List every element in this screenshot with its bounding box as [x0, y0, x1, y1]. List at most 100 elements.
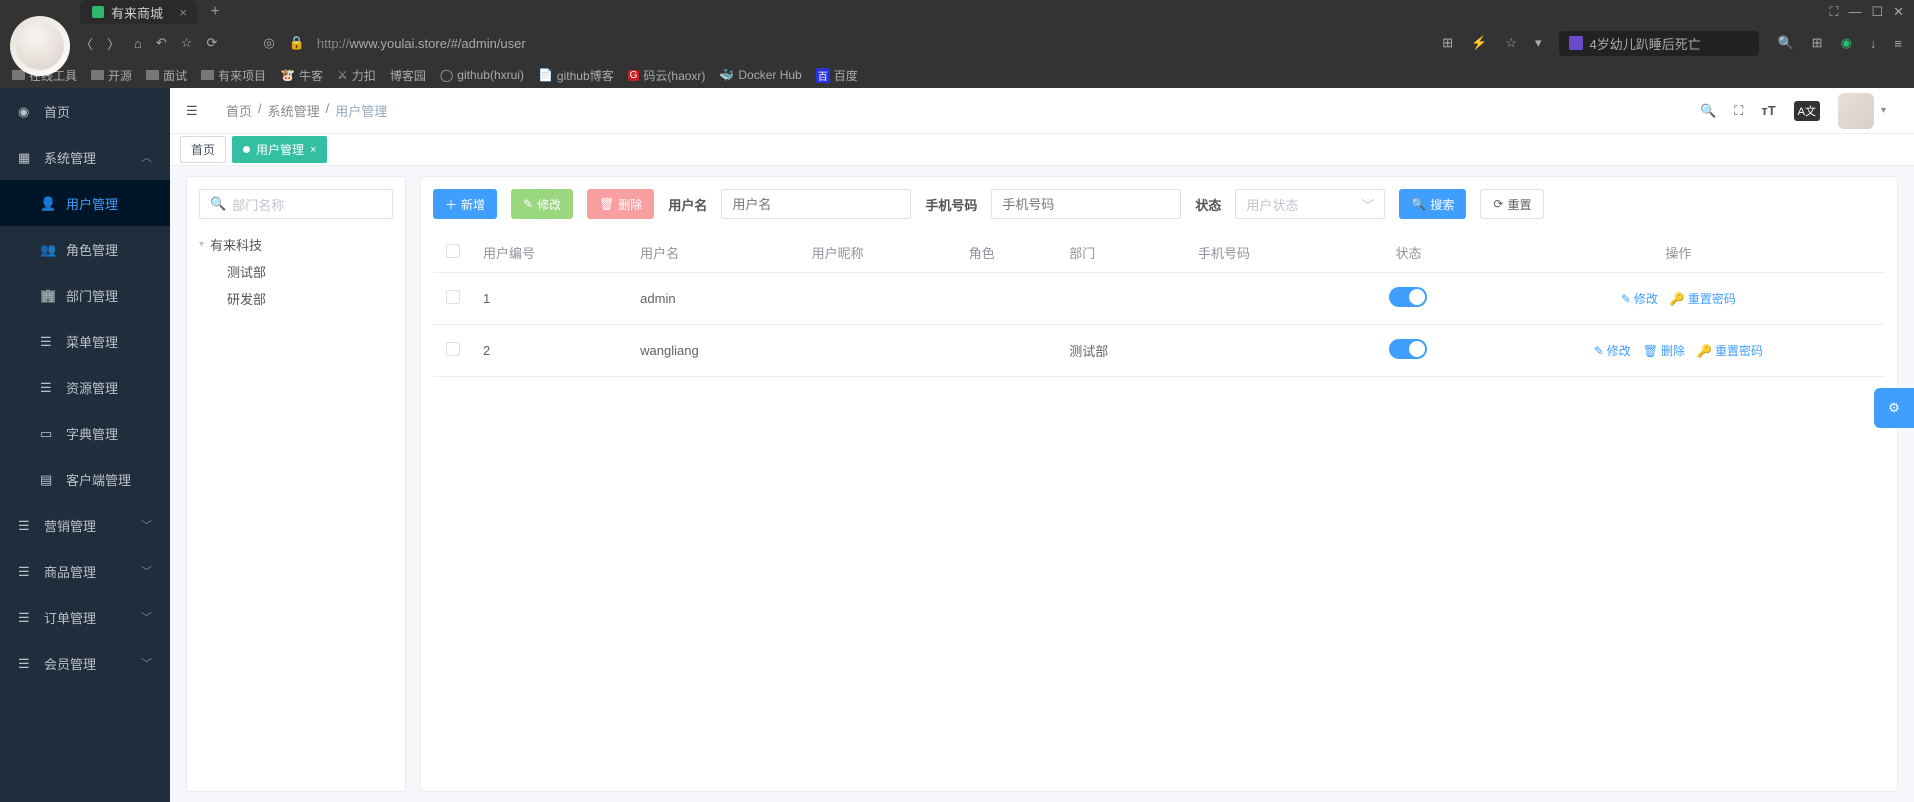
- nav-back-icon[interactable]: 〈: [80, 34, 93, 53]
- row-edit-link[interactable]: ✎ 修改: [1621, 290, 1658, 307]
- settings-fab[interactable]: ⚙: [1874, 388, 1914, 428]
- nav-reload-icon[interactable]: ⟳: [206, 35, 217, 51]
- lang-icon[interactable]: A文: [1794, 101, 1820, 121]
- breadcrumb-item[interactable]: 首页: [226, 101, 252, 120]
- browser-tab-active[interactable]: 有来商城 ×: [80, 0, 197, 24]
- sidebar-sub-label: 角色管理: [66, 240, 118, 259]
- tree-child[interactable]: 测试部: [199, 258, 393, 285]
- list-icon: ☰: [18, 656, 32, 670]
- sidebar-sub-client[interactable]: ▤客户端管理: [0, 456, 170, 502]
- breadcrumb-item[interactable]: 系统管理: [268, 101, 320, 120]
- apps-icon[interactable]: ⊞: [1812, 35, 1823, 51]
- bookmark-item[interactable]: 博客园: [390, 67, 426, 84]
- bookmark-item[interactable]: 📄github博客: [538, 67, 614, 84]
- client-icon: ▤: [40, 472, 54, 486]
- dept-tree-panel: 🔍 部门名称 ▾ 有来科技 测试部 研发部: [186, 176, 406, 792]
- more-icon[interactable]: ≡: [1894, 36, 1902, 51]
- globe-icon[interactable]: ◉: [1841, 35, 1852, 51]
- status-switch[interactable]: [1389, 287, 1427, 307]
- nav-star-icon[interactable]: ☆: [181, 35, 193, 51]
- edit-button[interactable]: ✎ 修改: [511, 189, 573, 219]
- label-username: 用户名: [668, 195, 707, 214]
- tab-user-mgmt[interactable]: 用户管理 ×: [232, 136, 327, 163]
- bookmark-item[interactable]: ◯github(hxrui): [440, 68, 524, 82]
- tab-label: 用户管理: [256, 141, 304, 158]
- list-icon: ☰: [18, 564, 32, 578]
- flash-icon[interactable]: ⚡: [1471, 35, 1487, 51]
- bookmark-item[interactable]: G码云(haoxr): [628, 67, 706, 84]
- bookmark-item[interactable]: 开源: [91, 67, 132, 84]
- bookmark-item[interactable]: 🐮牛客: [280, 67, 323, 84]
- nav-undo-icon[interactable]: ↶: [156, 35, 167, 51]
- search-button[interactable]: 🔍 搜索: [1399, 189, 1466, 219]
- row-checkbox[interactable]: [446, 290, 460, 304]
- chevron-down-icon: ﹀: [141, 517, 152, 533]
- phone-input[interactable]: [991, 189, 1181, 219]
- add-button[interactable]: ＋ 新增: [433, 189, 497, 219]
- reset-button[interactable]: ⟳ 重置: [1480, 189, 1544, 219]
- qr-icon[interactable]: ⊞: [1442, 35, 1453, 51]
- col-id: 用户编号: [473, 233, 630, 273]
- nav-home-icon[interactable]: ⌂: [134, 36, 142, 51]
- sidebar-item-orders[interactable]: ☰ 订单管理 ﹀: [0, 594, 170, 640]
- url-bar[interactable]: http://www.youlai.store/#/admin/user: [313, 32, 983, 55]
- bookmark-item[interactable]: ⚔力扣: [337, 67, 376, 84]
- window-fullscreen-icon[interactable]: ⛶: [1829, 4, 1838, 20]
- news-widget[interactable]: 4岁幼儿趴睡后死亡: [1559, 31, 1759, 56]
- sidebar-item-label: 营销管理: [44, 516, 96, 535]
- tree-root[interactable]: ▾ 有来科技: [199, 231, 393, 258]
- window-minimize-icon[interactable]: —: [1848, 4, 1861, 20]
- user-avatar[interactable]: ▾: [1838, 93, 1874, 129]
- new-tab-button[interactable]: +: [205, 2, 225, 22]
- news-badge-icon: [1569, 36, 1583, 50]
- bookmark-item[interactable]: 🐳Docker Hub: [719, 68, 801, 82]
- fullscreen-icon[interactable]: ⛶: [1734, 103, 1743, 119]
- star-icon[interactable]: ☆: [1505, 35, 1517, 51]
- sidebar-sub-label: 菜单管理: [66, 332, 118, 351]
- close-tab-icon[interactable]: ×: [179, 5, 187, 20]
- cell-phone: [1188, 325, 1345, 377]
- close-tab-icon[interactable]: ×: [310, 144, 316, 156]
- hamburger-icon[interactable]: ☰: [186, 103, 206, 119]
- bookmark-item[interactable]: 有来项目: [201, 67, 266, 84]
- dept-search-input[interactable]: 🔍 部门名称: [199, 189, 393, 219]
- menu-down-icon[interactable]: ▾: [1535, 35, 1542, 51]
- cell-nickname: [802, 273, 959, 325]
- sidebar-sub-menu[interactable]: ☰菜单管理: [0, 318, 170, 364]
- sidebar-item-system[interactable]: ▦ 系统管理 ︿: [0, 134, 170, 180]
- browser-profile-avatar[interactable]: [10, 16, 70, 76]
- tab-home[interactable]: 首页: [180, 136, 226, 163]
- sidebar-item-goods[interactable]: ☰ 商品管理 ﹀: [0, 548, 170, 594]
- search-small-icon[interactable]: 🔍: [1777, 35, 1793, 51]
- window-maximize-icon[interactable]: ☐: [1871, 4, 1883, 20]
- search-icon[interactable]: 🔍: [1700, 103, 1716, 119]
- sidebar-sub-user[interactable]: 👤用户管理: [0, 180, 170, 226]
- status-switch[interactable]: [1389, 339, 1427, 359]
- bookmark-item[interactable]: 面试: [146, 67, 187, 84]
- sidebar-item-marketing[interactable]: ☰ 营销管理 ﹀: [0, 502, 170, 548]
- user-table: 用户编号 用户名 用户昵称 角色 部门 手机号码 状态 操作: [433, 233, 1885, 377]
- delete-button[interactable]: 🗑 删除: [587, 189, 654, 219]
- row-resetpwd-link[interactable]: 🔑 重置密码: [1697, 342, 1763, 359]
- nav-forward-icon[interactable]: 〉: [107, 34, 120, 53]
- sidebar-sub-dept[interactable]: 🏢部门管理: [0, 272, 170, 318]
- window-close-icon[interactable]: ✕: [1893, 4, 1904, 20]
- status-select[interactable]: 用户状态 ﹀: [1235, 189, 1385, 219]
- sidebar-sub-role[interactable]: 👥角色管理: [0, 226, 170, 272]
- row-delete-link[interactable]: 🗑 删除: [1643, 342, 1685, 359]
- row-edit-link[interactable]: ✎ 修改: [1594, 342, 1631, 359]
- sidebar-sub-resource[interactable]: ☰资源管理: [0, 364, 170, 410]
- bookmark-item[interactable]: 百百度: [816, 67, 858, 84]
- select-all-checkbox[interactable]: [446, 244, 460, 258]
- fontsize-icon[interactable]: тT: [1761, 103, 1775, 118]
- sidebar-sub-dict[interactable]: ▭字典管理: [0, 410, 170, 456]
- nav-shield-icon[interactable]: ◎: [263, 35, 274, 51]
- sidebar-item-member[interactable]: ☰ 会员管理 ﹀: [0, 640, 170, 686]
- row-checkbox[interactable]: [446, 342, 460, 356]
- row-resetpwd-link[interactable]: 🔑 重置密码: [1670, 290, 1736, 307]
- tree-child[interactable]: 研发部: [199, 285, 393, 312]
- nav-lock-icon[interactable]: 🔒: [289, 35, 305, 51]
- username-input[interactable]: [721, 189, 911, 219]
- sidebar-item-home[interactable]: ◉ 首页: [0, 88, 170, 134]
- download-icon[interactable]: ↓: [1870, 36, 1877, 51]
